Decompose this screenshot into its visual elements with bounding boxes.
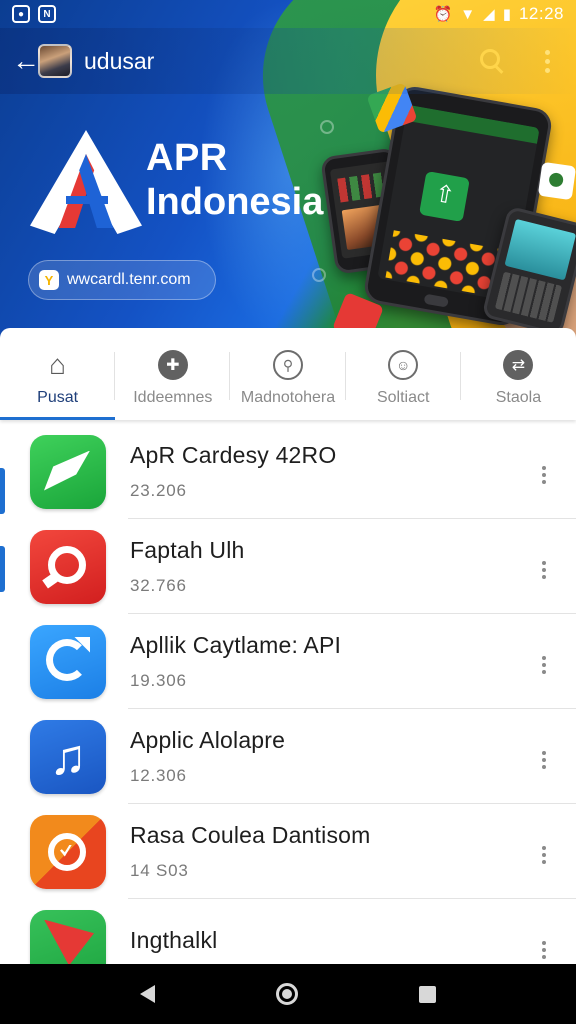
app-bar: ← udusar (0, 28, 576, 94)
app-notification-icon: ● (12, 5, 30, 23)
edge-indicator (0, 546, 5, 592)
leaf-app-icon (30, 434, 106, 509)
app-n-notification-icon: N (38, 5, 56, 23)
website-link[interactable]: Y wwcardl.tenr.com (28, 260, 216, 300)
brand-title-line2: Indonesia (146, 181, 324, 223)
tab-madnotohera[interactable]: ⚲ Madnotohera (230, 328, 346, 420)
avatar[interactable] (38, 44, 72, 78)
app-chip-icon (537, 161, 576, 201)
tab-pusat[interactable]: ⌂ Pusat (0, 328, 116, 420)
check-badge-app-icon (30, 814, 106, 889)
brand-title-line1: APR (146, 137, 228, 179)
plus-circle-icon: ✚ (157, 350, 188, 380)
tab-label: Madnotohera (240, 389, 336, 406)
music-note-app-icon: ♫ (30, 719, 106, 794)
brand-title: APR Indonesia (146, 136, 323, 224)
more-vert-icon[interactable] (542, 466, 546, 484)
search-icon[interactable] (479, 48, 505, 74)
app-name: Applic Alolapre (130, 727, 286, 753)
app-list: ApR Cardesy 42RO 23.206 Faptah Ulh 32.76… (0, 424, 576, 964)
list-item[interactable]: Faptah Ulh 32.766 (0, 519, 576, 614)
app-name: ApR Cardesy 42RO (130, 442, 337, 468)
wifi-icon: ▼ (460, 5, 476, 23)
list-item[interactable]: ApR Cardesy 42RO 23.206 (0, 424, 576, 519)
tab-staola[interactable]: ⇄ Staola (461, 328, 576, 420)
more-vert-icon[interactable] (542, 846, 546, 864)
recents-square-icon[interactable] (418, 985, 436, 1003)
walk-icon: ⚲ (273, 350, 303, 380)
smile-icon: ☺ (388, 350, 419, 380)
brand-logo-icon (30, 130, 142, 234)
home-circle-icon[interactable] (275, 983, 298, 1005)
app-meta: 12.306 (130, 766, 187, 785)
system-nav-bar (0, 964, 576, 1024)
app-meta: 14 S03 (130, 861, 189, 880)
battery-icon: ▮ (502, 6, 511, 23)
app-meta: 19.306 (130, 671, 187, 690)
more-vert-icon[interactable] (542, 751, 546, 769)
link-badge-icon: Y (39, 270, 59, 290)
decor-bubble (312, 268, 326, 282)
back-triangle-icon[interactable] (140, 985, 156, 1003)
more-vert-icon[interactable] (545, 49, 550, 73)
more-vert-icon[interactable] (542, 561, 546, 579)
list-item[interactable]: ♫ Applic Alolapre 12.306 (0, 709, 576, 804)
app-name: Apllik Caytlame: API (130, 632, 342, 658)
list-item[interactable]: Rasa Coulea Dantisom 14 S03 (0, 804, 576, 899)
app-name: Rasa Coulea Dantisom (130, 822, 371, 848)
more-vert-icon[interactable] (542, 941, 546, 959)
app-title: udusar (84, 47, 155, 74)
home-icon: ⌂ (49, 349, 67, 380)
list-item[interactable]: Ingthalkl (0, 899, 576, 964)
arrow-left-icon[interactable]: ← (12, 47, 40, 75)
play-store-app-icon (30, 909, 106, 964)
category-tabs: ⌂ Pusat ✚ Iddeemnes ⚲ Madnotohera ☺ Solt… (0, 328, 576, 420)
app-meta: 32.766 (130, 576, 187, 595)
website-url: wwcardl.tenr.com (67, 271, 191, 288)
status-bar: ● N ⏰ ▼ ◢ ▮ 12:28 (0, 0, 576, 28)
tab-label: Pusat (37, 389, 79, 406)
target-app-icon (30, 529, 106, 604)
tab-label: Soltiact (376, 389, 430, 406)
decor-bubble (320, 120, 334, 134)
app-meta: 23.206 (130, 481, 187, 500)
app-name: Ingthalkl (130, 927, 218, 953)
share-icon: ⇄ (503, 350, 534, 380)
status-time: 12:28 (518, 4, 564, 23)
tab-label: Staola (495, 389, 542, 406)
signal-icon: ◢ (483, 6, 495, 23)
tab-label: Iddeemnes (133, 389, 213, 406)
tab-iddeemnes[interactable]: ✚ Iddeemnes (115, 328, 231, 420)
list-item[interactable]: Apllik Caytlame: API 19.306 (0, 614, 576, 709)
edge-indicator (0, 468, 5, 514)
more-vert-icon[interactable] (542, 656, 546, 674)
app-name: Faptah Ulh (130, 537, 245, 563)
tab-soltiact[interactable]: ☺ Soltiact (346, 328, 461, 420)
sync-app-icon (30, 624, 106, 699)
alarm-icon: ⏰ (433, 6, 453, 23)
